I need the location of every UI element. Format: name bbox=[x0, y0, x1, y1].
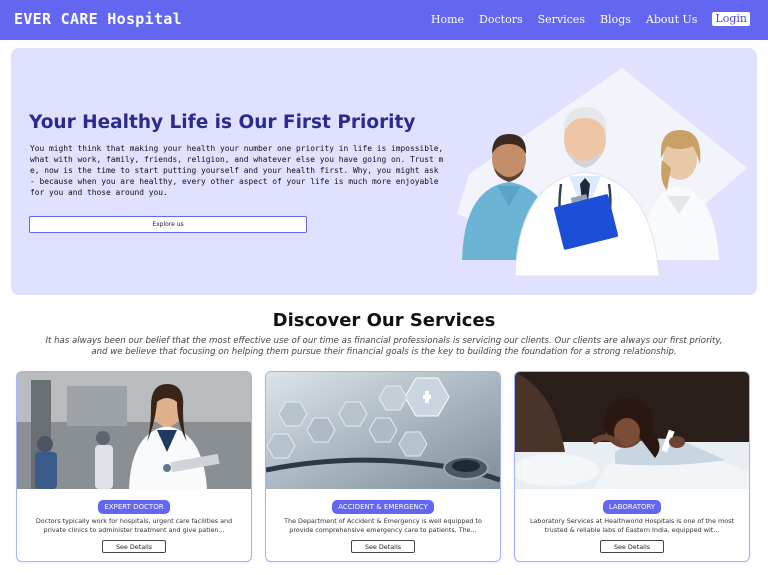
service-card-laboratory: LABORATORY Laboratory Services at Health… bbox=[514, 371, 750, 562]
services-subtitle: It has always been our belief that the m… bbox=[45, 336, 723, 357]
login-button[interactable]: Login bbox=[712, 12, 750, 26]
see-details-button[interactable]: See Details bbox=[351, 540, 415, 553]
hero-description: You might think that making your health … bbox=[30, 144, 444, 197]
explore-button[interactable]: Explore us bbox=[29, 216, 307, 233]
service-card-expert-doctor: EXPERT DOCTOR Doctors typically work for… bbox=[16, 371, 252, 562]
brand-logo[interactable]: EVER CARE Hospital bbox=[14, 10, 182, 28]
nav-link-services[interactable]: Services bbox=[538, 13, 585, 26]
navbar: EVER CARE Hospital Home Doctors Services… bbox=[0, 0, 768, 40]
see-details-button[interactable]: See Details bbox=[600, 540, 664, 553]
see-details-button[interactable]: See Details bbox=[102, 540, 166, 553]
nav-link-doctors[interactable]: Doctors bbox=[479, 13, 523, 26]
stethoscope-medical-icons-image bbox=[266, 372, 500, 489]
services-title: Discover Our Services bbox=[272, 310, 496, 331]
nav-link-about-us[interactable]: About Us bbox=[646, 13, 698, 26]
nav-link-blogs[interactable]: Blogs bbox=[600, 13, 631, 26]
doctor-with-tablet-image bbox=[17, 372, 251, 489]
child-with-thermometer-image bbox=[515, 372, 749, 489]
service-card-accident-emergency: ACCIDENT & EMERGENCY The Department of A… bbox=[265, 371, 501, 562]
service-badge: ACCIDENT & EMERGENCY bbox=[332, 500, 434, 514]
service-description: Laboratory Services at Healthworld Hospi… bbox=[529, 517, 735, 534]
nav-link-home[interactable]: Home bbox=[431, 13, 464, 26]
service-badge: EXPERT DOCTOR bbox=[98, 500, 170, 514]
hero-title: Your Healthy Life is Our First Priority bbox=[29, 112, 416, 133]
service-description: The Department of Accident & Emergency i… bbox=[284, 517, 482, 534]
nav-links: Home Doctors Services Blogs About Us Log… bbox=[431, 12, 750, 26]
service-description: Doctors typically work for hospitals, ur… bbox=[35, 517, 233, 534]
service-badge: LABORATORY bbox=[602, 500, 662, 514]
doctors-team-image bbox=[457, 68, 747, 277]
